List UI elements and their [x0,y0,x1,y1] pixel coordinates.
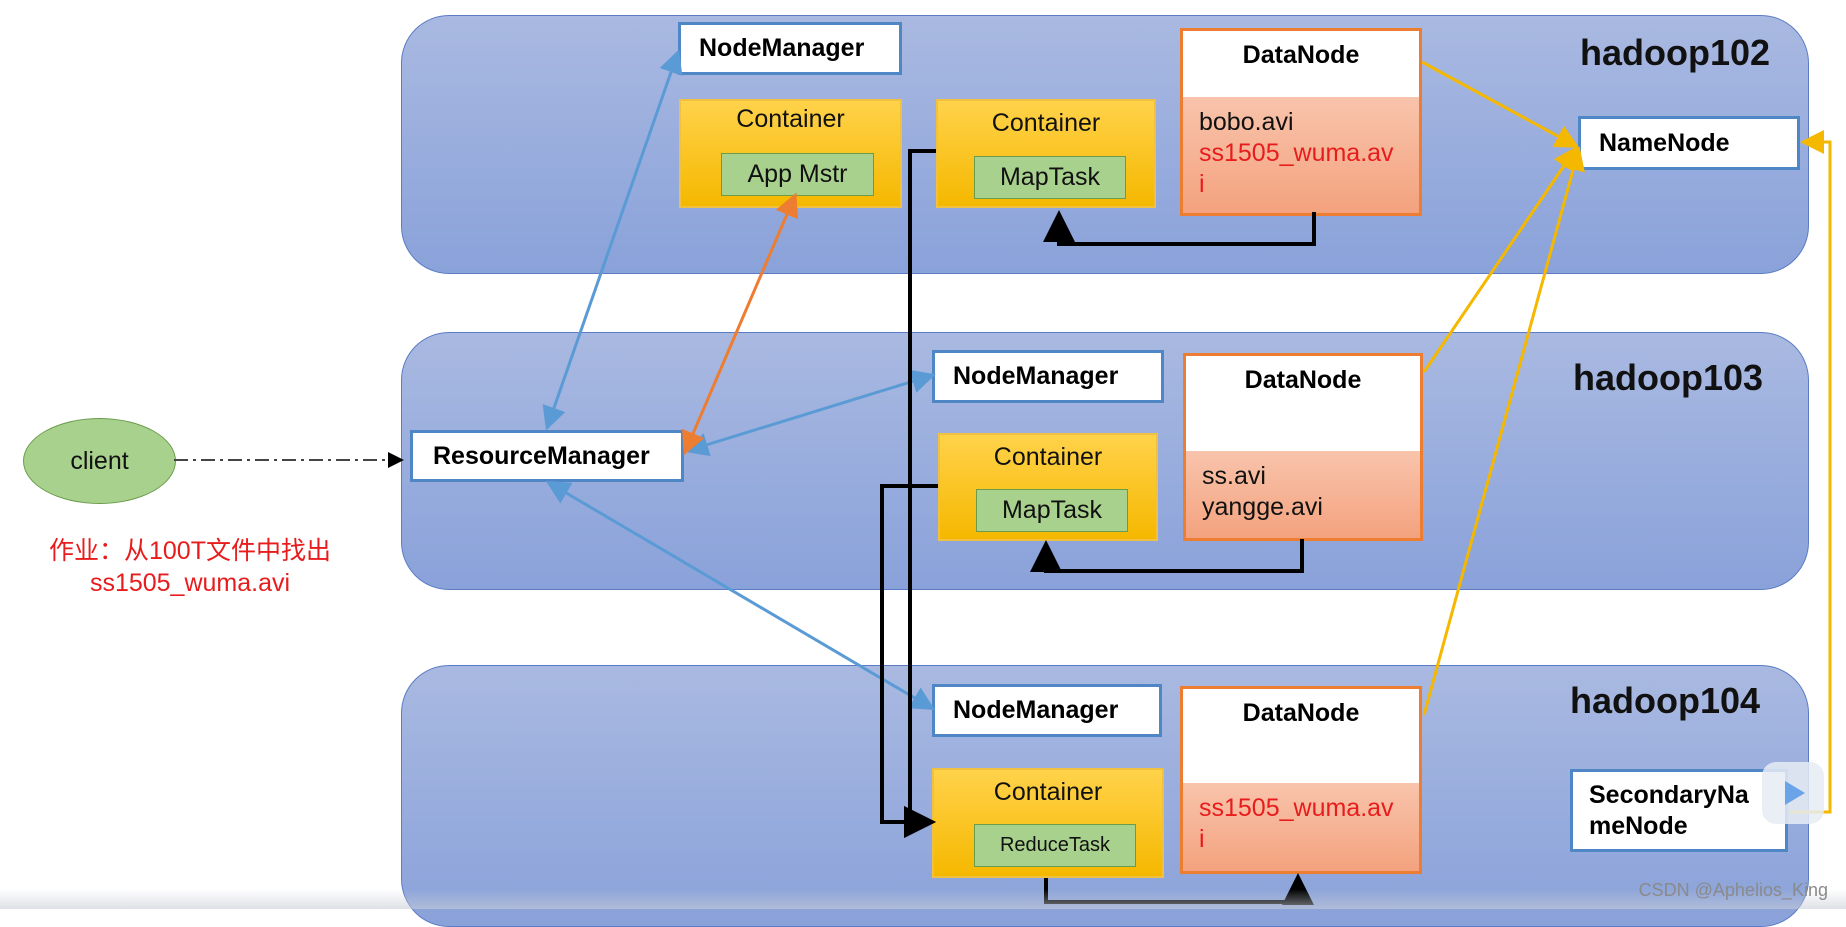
dn102-nn-line [1421,60,1580,148]
play-icon [1785,781,1805,805]
rm-appmaster-line [682,192,798,456]
snn-nn-line [1790,130,1832,814]
rm-nm102-line [542,49,683,431]
watermark: CSDN @Aphelios_King [1638,880,1828,900]
connector-layer [174,49,1832,905]
dn104-nn-line [1422,146,1585,716]
rm-nm104-line [545,480,936,711]
dn102-maptask-line [1043,210,1316,246]
video-control-bar[interactable] [0,889,1846,909]
dn103-maptask-line [1030,539,1304,573]
play-button[interactable] [1762,762,1824,824]
rm-nm103-line [684,369,936,457]
dn103-nn-line [1422,146,1578,373]
